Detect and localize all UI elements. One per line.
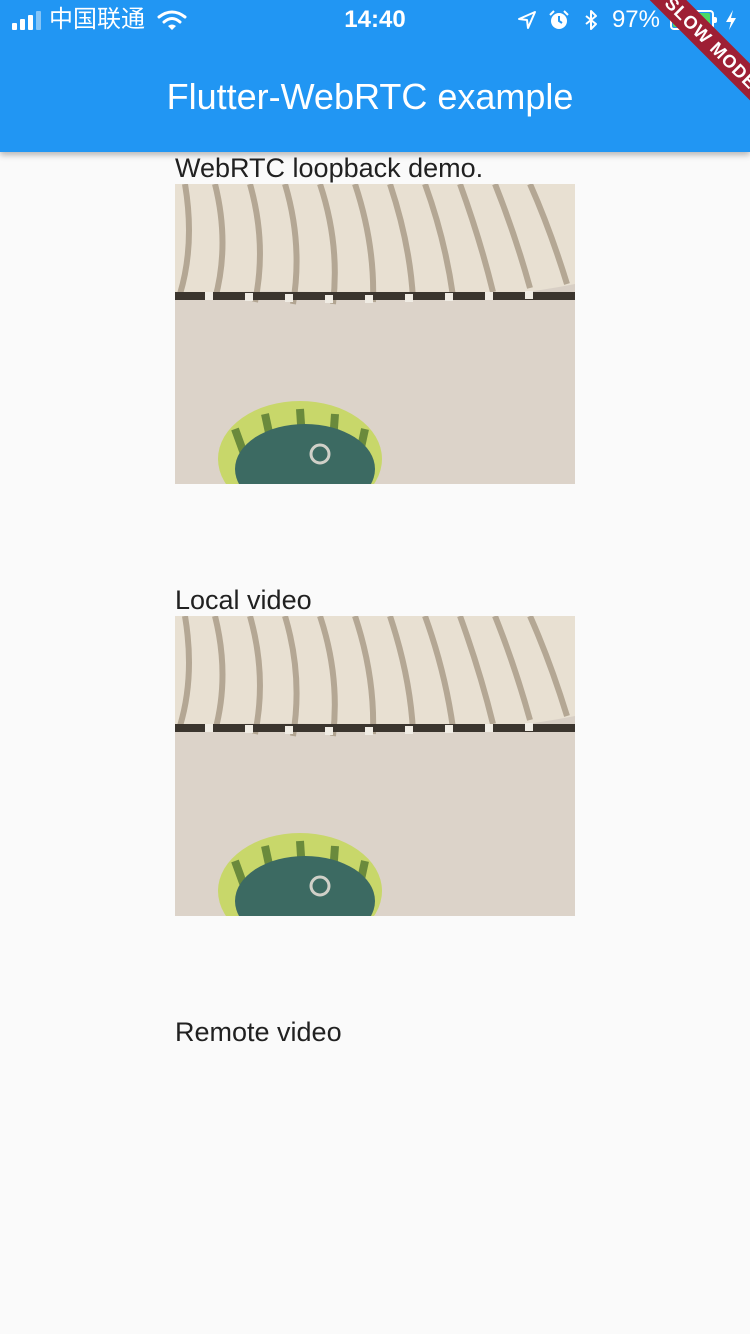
loopback-video-view xyxy=(175,184,575,484)
alarm-clock-icon xyxy=(549,10,569,29)
remote-video-view xyxy=(175,1048,575,1288)
status-bar: 中国联通 14:40 97% xyxy=(0,0,750,40)
demo-label: WebRTC loopback demo. xyxy=(175,153,484,183)
slow-mode-banner: SLOW MODE xyxy=(641,0,750,110)
location-arrow-icon xyxy=(517,11,536,29)
debug-banner: SLOW MODE xyxy=(640,0,750,110)
bluetooth-icon xyxy=(585,10,597,30)
app-bar: 中国联通 14:40 97% Flutter-WebRTC example SL… xyxy=(0,0,750,152)
main-content: WebRTC loopback demo. Local video Remote… xyxy=(175,152,575,1288)
local-video-label: Local video xyxy=(175,585,312,615)
page-title: Flutter-WebRTC example xyxy=(166,76,574,117)
remote-video-label: Remote video xyxy=(175,1017,342,1047)
local-video-view xyxy=(175,616,575,916)
